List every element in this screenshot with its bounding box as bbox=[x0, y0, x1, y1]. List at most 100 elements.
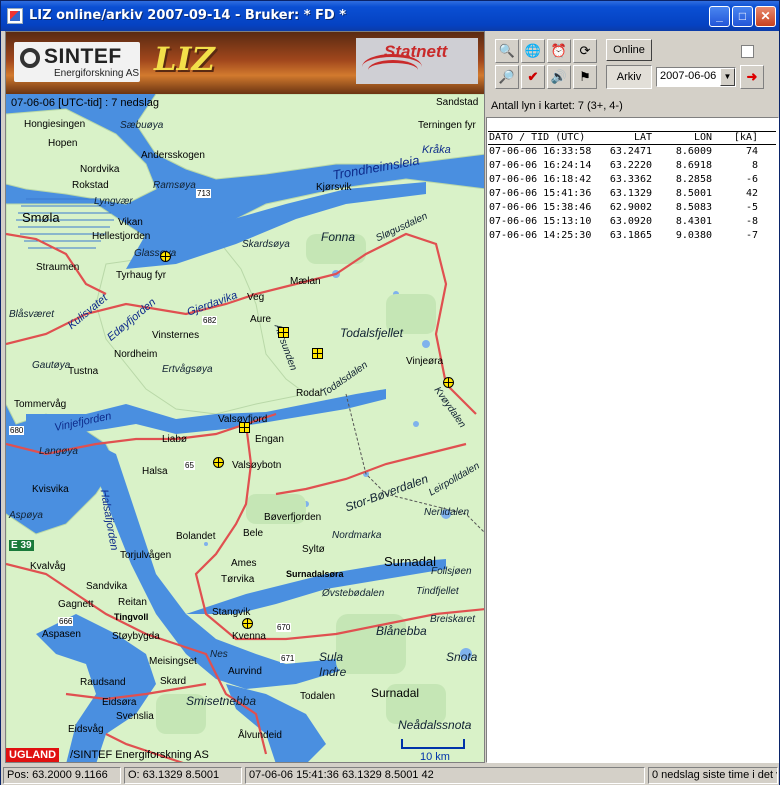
app-icon[interactable] bbox=[7, 8, 23, 24]
place-label: Nerlidalen bbox=[424, 507, 470, 518]
place-label: Nordvika bbox=[80, 164, 120, 175]
window-title: LIZ online/arkiv 2007-09-14 - Bruker: * … bbox=[29, 8, 347, 23]
place-label: Torjulvågen bbox=[120, 550, 172, 561]
cell-lat: 62.9002 bbox=[609, 202, 652, 213]
place-label: Blåsværet bbox=[9, 309, 55, 320]
date-dropdown[interactable]: 2007-06-06 ▼ bbox=[656, 67, 736, 87]
status-position: Pos: 63.2000 9.1166 bbox=[3, 767, 121, 784]
cell-time: 07-06-06 15:13:10 bbox=[489, 216, 592, 227]
speaker-icon[interactable]: 🔊 bbox=[547, 65, 571, 89]
cell-ka: -8 bbox=[745, 216, 758, 227]
cell-time: 07-06-06 16:18:42 bbox=[489, 174, 592, 185]
lightning-strike-negative-icon[interactable] bbox=[242, 618, 253, 629]
place-label: Valsøybotn bbox=[232, 460, 282, 471]
table-header: DATO / TID (UTC) LAT LON [kA] bbox=[488, 131, 776, 145]
table-row[interactable]: 07-06-06 16:24:14 63.2220 8.6918 8 bbox=[488, 159, 776, 173]
road-number: 682 bbox=[202, 316, 218, 325]
place-label: Svenslia bbox=[116, 711, 154, 722]
zoom-out-icon[interactable]: 🔎 bbox=[495, 65, 519, 89]
road-number: 666 bbox=[58, 617, 74, 626]
table-row[interactable]: 07-06-06 15:41:36 63.1329 8.5001 42 bbox=[488, 187, 776, 201]
lightning-strike-negative-icon[interactable] bbox=[443, 377, 454, 388]
cell-lat: 63.3362 bbox=[609, 174, 652, 185]
statnett-logo: Statnett bbox=[356, 38, 478, 84]
map-copyright: /SINTEF Energiforskning AS bbox=[70, 749, 209, 761]
cell-lat: 63.1865 bbox=[609, 230, 652, 241]
online-button[interactable]: Online bbox=[606, 39, 652, 61]
zoom-in-icon[interactable]: 🔍 bbox=[495, 39, 519, 63]
place-label: Surnadal bbox=[384, 554, 437, 569]
application-window: LIZ online/arkiv 2007-09-14 - Bruker: * … bbox=[0, 0, 780, 785]
cell-lat: 63.2471 bbox=[609, 146, 652, 157]
map-canvas[interactable]: 07-06-06 [UTC-tid] : 7 nedslag Sandstad … bbox=[6, 94, 484, 762]
signpost-icon[interactable]: ⚑ bbox=[573, 65, 597, 89]
place-label: Bøverfjorden bbox=[264, 512, 322, 523]
cell-time: 07-06-06 14:25:30 bbox=[489, 230, 592, 241]
chevron-down-icon[interactable]: ▼ bbox=[720, 68, 735, 86]
cell-ka: 74 bbox=[745, 146, 758, 157]
cell-ka: -6 bbox=[745, 174, 758, 185]
lightning-strike-negative-icon[interactable] bbox=[213, 457, 224, 468]
minimize-button[interactable]: _ bbox=[709, 6, 730, 27]
lightning-strike-positive-icon[interactable] bbox=[278, 327, 289, 338]
cell-lat: 63.2220 bbox=[609, 160, 652, 171]
title-bar[interactable]: LIZ online/arkiv 2007-09-14 - Bruker: * … bbox=[1, 1, 779, 31]
cell-lon: 9.0380 bbox=[675, 230, 712, 241]
control-pane: 🔍 🌐 ⏰ ⟳ 🔎 ✔ 🔊 ⚑ Online Arkiv 2007-06-06 … bbox=[486, 31, 779, 763]
cell-lon: 8.2858 bbox=[675, 174, 712, 185]
cell-lon: 8.6918 bbox=[675, 160, 712, 171]
place-label: Mælan bbox=[290, 276, 321, 287]
place-label: Follsjøen bbox=[431, 566, 472, 577]
place-label: Sandstad bbox=[436, 97, 479, 108]
lightning-strike-positive-icon[interactable] bbox=[239, 422, 250, 433]
place-label: Surnadal bbox=[371, 686, 420, 700]
lightning-strike-negative-icon[interactable] bbox=[160, 251, 171, 262]
checkmark-icon[interactable]: ✔ bbox=[521, 65, 545, 89]
place-label: Aurvind bbox=[228, 666, 262, 677]
place-label: Syltø bbox=[302, 544, 325, 555]
place-label: Meisingset bbox=[149, 656, 197, 667]
place-label: Terningen fyr bbox=[418, 120, 476, 131]
place-label: Hopen bbox=[48, 138, 78, 149]
place-label: Reitan bbox=[118, 597, 147, 608]
place-label: Raudsand bbox=[80, 677, 126, 688]
status-strike: 07-06-06 15:41:36 63.1329 8.5001 42 bbox=[245, 767, 645, 784]
place-label: Rokstad bbox=[72, 180, 109, 191]
red-arrow-icon[interactable]: ➜ bbox=[740, 65, 764, 89]
place-label: Breiskaret bbox=[430, 614, 476, 625]
globe-icon[interactable]: 🌐 bbox=[521, 39, 545, 63]
table-row[interactable]: 07-06-06 16:33:58 63.2471 8.6009 74 bbox=[488, 145, 776, 159]
cell-time: 07-06-06 16:33:58 bbox=[489, 146, 592, 157]
scale-bar bbox=[401, 739, 465, 749]
place-label: Hongiesingen bbox=[24, 119, 86, 130]
close-button[interactable]: ✕ bbox=[755, 6, 776, 27]
place-label: Eidsøra bbox=[102, 697, 137, 708]
cell-lon: 8.5083 bbox=[675, 202, 712, 213]
place-label: Surnadalsøra bbox=[286, 569, 344, 579]
strike-table[interactable]: DATO / TID (UTC) LAT LON [kA] 07-06-06 1… bbox=[488, 131, 776, 243]
sintef-logo-name: SINTEF bbox=[44, 45, 122, 68]
maximize-button[interactable]: □ bbox=[732, 6, 753, 27]
place-label: Nes bbox=[210, 649, 228, 660]
alarm-clock-icon[interactable]: ⏰ bbox=[547, 39, 571, 63]
table-row[interactable]: 07-06-06 14:25:30 63.1865 9.0380 -7 bbox=[488, 229, 776, 243]
place-label: Gautøya bbox=[32, 360, 71, 371]
refresh-icon[interactable]: ⟳ bbox=[573, 39, 597, 63]
cell-lat: 63.0920 bbox=[609, 216, 652, 227]
ugland-badge: UGLAND bbox=[6, 748, 60, 762]
place-label: Aspøya bbox=[9, 510, 43, 521]
strike-count: Antall lyn i kartet: 7 (3+, 4-) bbox=[491, 100, 623, 112]
place-label: Vinsternes bbox=[152, 330, 200, 341]
table-row[interactable]: 07-06-06 15:13:10 63.0920 8.4301 -8 bbox=[488, 215, 776, 229]
place-label: Kjørsvik bbox=[316, 182, 352, 193]
place-label: Tindfjellet bbox=[416, 586, 459, 597]
sintef-mark-icon bbox=[20, 48, 40, 68]
place-label: Eidsvåg bbox=[68, 724, 104, 735]
arkiv-button[interactable]: Arkiv bbox=[606, 65, 652, 89]
table-row[interactable]: 07-06-06 15:38:46 62.9002 8.5083 -5 bbox=[488, 201, 776, 215]
table-row[interactable]: 07-06-06 16:18:42 63.3362 8.2858 -6 bbox=[488, 173, 776, 187]
lightning-strike-positive-icon[interactable] bbox=[312, 348, 323, 359]
logo-banner: SINTEF Energiforskning AS LIZ Statnett bbox=[6, 32, 484, 94]
option-checkbox[interactable] bbox=[741, 45, 754, 58]
cell-lon: 8.4301 bbox=[675, 216, 712, 227]
